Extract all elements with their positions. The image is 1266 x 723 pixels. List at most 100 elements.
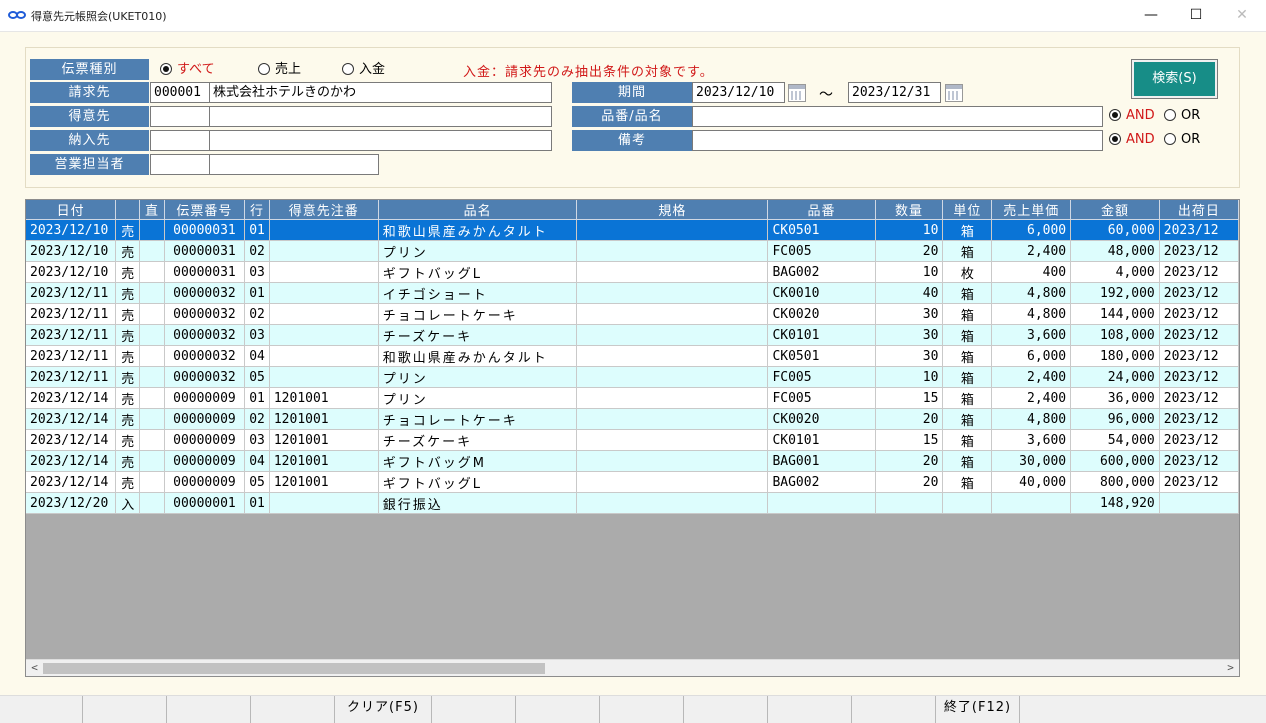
cell-item-name: プリン <box>378 240 578 262</box>
date-to-calendar-icon[interactable] <box>945 84 963 102</box>
cell-unit-price: 40,000 <box>991 471 1072 493</box>
cell-slip-no: 00000009 <box>164 387 246 409</box>
cell-ship-date: 2023/12 <box>1159 219 1239 241</box>
table-row[interactable]: 2023/12/11 売 00000032 04 和歌山県産みかんタルト CK0501 30… <box>26 345 1239 367</box>
clear-f5-button[interactable]: クリア(F5) <box>335 696 432 723</box>
table-row[interactable]: 2023/12/14 売 00000009 03 1201001 チーズケーキ CK0101… <box>26 429 1239 451</box>
maximize-button[interactable]: ☐ <box>1173 0 1219 32</box>
date-to-field[interactable]: 2023/12/31 <box>848 82 941 103</box>
cell-line: 01 <box>244 492 270 514</box>
table-row[interactable]: 2023/12/14 売 00000009 01 1201001 プリン FC005 15 箱 2… <box>26 387 1239 409</box>
fkey-6[interactable] <box>432 696 516 723</box>
radio-all[interactable]: すべて <box>160 61 215 79</box>
fkey-4[interactable] <box>251 696 335 723</box>
cell-date: 2023/12/11 <box>26 345 117 367</box>
tokui-name-field[interactable] <box>209 106 552 127</box>
nonyu-code-field[interactable] <box>150 130 210 151</box>
hinban-field[interactable] <box>692 106 1103 127</box>
cell-amount: 60,000 <box>1070 219 1160 241</box>
fkey-8[interactable] <box>600 696 684 723</box>
biko-or-indicator <box>1164 132 1176 145</box>
table-row[interactable]: 2023/12/20 入 00000001 01 銀行振込 148,920 <box>26 492 1239 514</box>
col-header-item-name[interactable]: 品名 <box>378 200 578 220</box>
seikyu-name-field[interactable]: 株式会社ホテルきのかわ <box>209 82 552 103</box>
scroll-left-icon[interactable]: < <box>26 660 43 676</box>
fkey-9[interactable] <box>684 696 768 723</box>
col-header-slip-no[interactable]: 伝票番号 <box>164 200 246 220</box>
minimize-button[interactable]: — <box>1128 0 1174 32</box>
table-row[interactable]: 2023/12/14 売 00000009 05 1201001 ギフトバッグL BAG00… <box>26 471 1239 493</box>
fkey-2[interactable] <box>83 696 167 723</box>
hinban-and-indicator <box>1109 108 1121 121</box>
cell-date: 2023/12/10 <box>26 240 117 262</box>
cell-slip-no: 00000009 <box>164 429 246 451</box>
tokui-code-field[interactable] <box>150 106 210 127</box>
col-header-customer-order[interactable]: 得意先注番 <box>269 200 379 220</box>
cell-direct <box>139 219 165 241</box>
table-row[interactable]: 2023/12/10 売 00000031 02 プリン FC005 20 箱 2,400 48,… <box>26 240 1239 262</box>
fkey-11[interactable] <box>852 696 936 723</box>
hinban-and-radio[interactable]: AND <box>1109 107 1155 125</box>
cell-unit-price <box>991 492 1072 514</box>
scroll-thumb[interactable] <box>43 663 545 674</box>
close-button[interactable]: ✕ <box>1219 0 1265 32</box>
biko-field[interactable] <box>692 130 1103 151</box>
radio-payment[interactable]: 入金 <box>342 61 385 79</box>
cell-kind: 売 <box>115 387 141 409</box>
hinban-or-indicator <box>1164 108 1176 121</box>
tanto-code-field[interactable] <box>150 154 210 175</box>
table-row[interactable]: 2023/12/11 売 00000032 05 プリン FC005 10 箱 2,400 24,… <box>26 366 1239 388</box>
fkey-10[interactable] <box>768 696 852 723</box>
col-header-qty[interactable]: 数量 <box>875 200 944 220</box>
cell-line: 03 <box>244 429 270 451</box>
cell-item-code: CK0020 <box>767 303 876 325</box>
date-from-calendar-icon[interactable] <box>788 84 806 102</box>
horizontal-scrollbar[interactable]: < > <box>26 659 1239 676</box>
ledger-grid[interactable]: 日付 直 伝票番号 行 得意先注番 品名 規格 品番 数量 単位 売上単価 金額… <box>25 199 1240 677</box>
table-row[interactable]: 2023/12/11 売 00000032 01 イチゴショート CK0010 40 箱 4,8… <box>26 282 1239 304</box>
cell-ship-date <box>1159 492 1239 514</box>
cell-unit-price: 6,000 <box>991 345 1072 367</box>
scroll-right-icon[interactable]: > <box>1222 660 1239 676</box>
col-header-direct[interactable]: 直 <box>139 200 165 220</box>
col-header-spec[interactable]: 規格 <box>576 200 769 220</box>
biko-and-radio[interactable]: AND <box>1109 131 1155 149</box>
col-header-item-code[interactable]: 品番 <box>767 200 876 220</box>
col-header-ship-date[interactable]: 出荷日 <box>1159 200 1239 220</box>
hinban-or-radio[interactable]: OR <box>1164 107 1200 125</box>
table-row[interactable]: 2023/12/11 売 00000032 02 チョコレートケーキ CK0020 30 箱 4… <box>26 303 1239 325</box>
col-header-line[interactable]: 行 <box>244 200 270 220</box>
col-header-amount[interactable]: 金額 <box>1070 200 1160 220</box>
cell-line: 01 <box>244 219 270 241</box>
fkey-3[interactable] <box>167 696 251 723</box>
search-button[interactable]: 検索(S) <box>1131 59 1218 99</box>
cell-spec <box>576 366 769 388</box>
cell-line: 05 <box>244 366 270 388</box>
biko-or-radio[interactable]: OR <box>1164 131 1200 149</box>
fkey-7[interactable] <box>516 696 600 723</box>
tanto-name-field[interactable] <box>209 154 379 175</box>
cell-date: 2023/12/11 <box>26 282 117 304</box>
fkey-1[interactable] <box>0 696 83 723</box>
col-header-unit-price[interactable]: 売上単価 <box>991 200 1072 220</box>
table-row[interactable]: 2023/12/10 売 00000031 03 ギフトバッグL BAG002 10 枚 400… <box>26 261 1239 283</box>
table-row[interactable]: 2023/12/11 売 00000032 03 チーズケーキ CK0101 30 箱 3,60… <box>26 324 1239 346</box>
table-row[interactable]: 2023/12/14 売 00000009 02 1201001 チョコレートケーキ CK0… <box>26 408 1239 430</box>
col-header-date[interactable]: 日付 <box>26 200 117 220</box>
exit-f12-button[interactable]: 終了(F12) <box>936 696 1020 723</box>
radio-sales[interactable]: 売上 <box>258 61 301 79</box>
cell-spec <box>576 219 769 241</box>
cell-qty: 10 <box>875 219 944 241</box>
col-header-kind[interactable] <box>115 200 141 220</box>
cell-direct <box>139 345 165 367</box>
cell-customer-order <box>269 345 379 367</box>
col-header-unit[interactable]: 単位 <box>942 200 993 220</box>
cell-qty: 30 <box>875 324 944 346</box>
nonyu-name-field[interactable] <box>209 130 552 151</box>
table-row[interactable]: 2023/12/14 売 00000009 04 1201001 ギフトバッグM BAG00… <box>26 450 1239 472</box>
date-from-field[interactable]: 2023/12/10 <box>692 82 785 103</box>
cell-unit <box>942 492 993 514</box>
cell-amount: 192,000 <box>1070 282 1160 304</box>
seikyu-code-field[interactable]: 000001 <box>150 82 210 103</box>
table-row[interactable]: 2023/12/10 売 00000031 01 和歌山県産みかんタルト CK0501 10… <box>26 219 1239 241</box>
